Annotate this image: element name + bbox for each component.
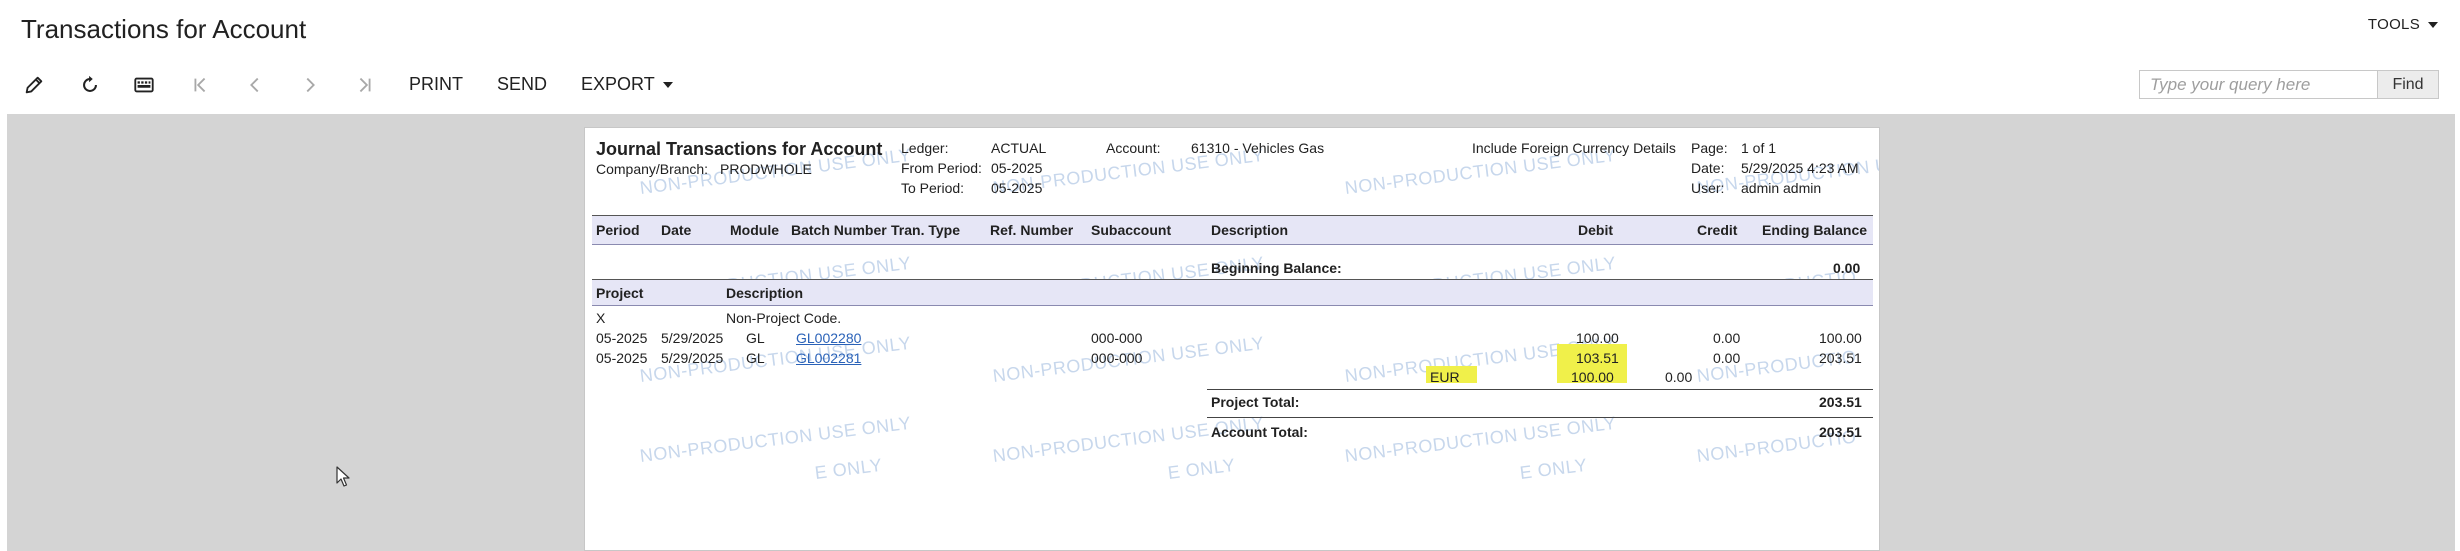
- divider: [1207, 417, 1873, 418]
- search-input[interactable]: [2139, 70, 2377, 99]
- chevron-down-icon: [662, 82, 673, 89]
- last-page-icon: [359, 77, 371, 93]
- refresh-button[interactable]: [76, 71, 104, 99]
- from-period-label: From Period:: [901, 160, 982, 176]
- report-page: NON-PRODUCTION USE ONLY NON-PRODUCTION U…: [584, 127, 1880, 551]
- project-total-value: 203.51: [1819, 394, 1862, 410]
- first-record-button[interactable]: [186, 71, 214, 99]
- row1-period: 05-2025: [596, 330, 648, 346]
- chevron-right-icon: [306, 77, 315, 93]
- to-period-label: To Period:: [901, 180, 965, 196]
- account-total-label: Account Total:: [1211, 424, 1308, 440]
- divider: [592, 244, 1873, 245]
- currency-credit: 0.00: [1665, 369, 1693, 385]
- previous-record-button[interactable]: [241, 71, 269, 99]
- company-label: Company/Branch:: [596, 161, 709, 177]
- project-header: Project: [596, 285, 644, 301]
- watermark: NON-PRODUCTION USE ONLY: [1343, 412, 1618, 466]
- keyboard-button[interactable]: [130, 71, 158, 99]
- watermark: NON-PRODUCTION USE ONLY: [638, 412, 913, 466]
- column-header-batch: Batch Number: [791, 222, 887, 238]
- column-header-module: Module: [730, 222, 779, 238]
- row1-debit: 100.00: [1576, 330, 1619, 346]
- first-page-icon: [194, 77, 206, 93]
- beginning-balance-value: 0.00: [1833, 260, 1861, 276]
- row2-ending-balance: 203.51: [1819, 350, 1862, 366]
- column-header-date: Date: [661, 222, 692, 238]
- project-code: X: [596, 310, 606, 326]
- row1-date: 5/29/2025: [661, 330, 724, 346]
- project-total-label: Project Total:: [1211, 394, 1300, 410]
- row2-subaccount: 000-000: [1091, 350, 1143, 366]
- ledger-label: Ledger:: [901, 140, 949, 156]
- divider: [1207, 389, 1873, 390]
- row2-period: 05-2025: [596, 350, 648, 366]
- column-header-debit: Debit: [1578, 222, 1613, 238]
- keyboard-icon: [134, 77, 154, 93]
- beginning-balance-label: Beginning Balance:: [1211, 260, 1342, 276]
- column-header-credit: Credit: [1697, 222, 1738, 238]
- page-label: Page:: [1691, 140, 1728, 156]
- row1-subaccount: 000-000: [1091, 330, 1143, 346]
- export-button[interactable]: EXPORT: [581, 74, 673, 95]
- date-value: 5/29/2025 4:23 AM: [1741, 160, 1859, 176]
- column-header-description: Description: [1211, 222, 1289, 238]
- tools-label: TOOLS: [2367, 16, 2420, 33]
- column-header-period: Period: [596, 222, 640, 238]
- from-period-value: 05-2025: [991, 160, 1043, 176]
- batch-number-link[interactable]: GL002281: [796, 350, 861, 366]
- to-period-value: 05-2025: [991, 180, 1043, 196]
- project-description-header: Description: [726, 285, 804, 301]
- row1-ending-balance: 100.00: [1819, 330, 1862, 346]
- account-total-value: 203.51: [1819, 424, 1862, 440]
- chevron-left-icon: [250, 77, 259, 93]
- date-label: Date:: [1691, 160, 1725, 176]
- column-header-subaccount: Subaccount: [1091, 222, 1172, 238]
- row2-debit: 103.51: [1576, 350, 1619, 366]
- column-header-ending-balance: Ending Balance: [1762, 222, 1868, 238]
- batch-number-link[interactable]: GL002280: [796, 330, 861, 346]
- next-record-button[interactable]: [296, 71, 324, 99]
- divider: [592, 305, 1873, 306]
- account-label: Account:: [1106, 140, 1161, 156]
- user-label: User:: [1691, 180, 1725, 196]
- row2-module: GL: [746, 350, 765, 366]
- column-header-ref-number: Ref. Number: [990, 222, 1074, 238]
- ledger-value: ACTUAL: [991, 140, 1047, 156]
- send-button[interactable]: SEND: [497, 74, 547, 95]
- title-bar: Transactions for Account TOOLS: [0, 0, 2460, 60]
- watermark: E ONLY: [1166, 454, 1237, 483]
- page-title: Transactions for Account: [21, 14, 307, 44]
- watermark: E ONLY: [813, 454, 884, 483]
- report-title: Journal Transactions for Account: [596, 139, 883, 159]
- account-value: 61310 - Vehicles Gas: [1191, 140, 1325, 156]
- currency-debit: 100.00: [1571, 369, 1614, 385]
- row1-credit: 0.00: [1713, 330, 1741, 346]
- project-description: Non-Project Code.: [726, 310, 842, 326]
- print-button[interactable]: PRINT: [409, 74, 463, 95]
- find-button[interactable]: Find: [2377, 70, 2439, 99]
- row1-module: GL: [746, 330, 765, 346]
- foreign-currency-label: Include Foreign Currency Details: [1472, 140, 1676, 156]
- row2-date: 5/29/2025: [661, 350, 724, 366]
- user-value: admin admin: [1741, 180, 1822, 196]
- column-header-tran-type: Tran. Type: [891, 222, 960, 238]
- currency-code: EUR: [1430, 369, 1460, 385]
- chevron-down-icon: [2428, 22, 2438, 29]
- export-label: EXPORT: [581, 74, 655, 94]
- edit-button[interactable]: [20, 71, 48, 99]
- row2-credit: 0.00: [1713, 350, 1741, 366]
- last-record-button[interactable]: [351, 71, 379, 99]
- page-value: 1 of 1: [1741, 140, 1777, 156]
- company-value: PRODWHOLE: [720, 161, 812, 177]
- refresh-icon: [83, 75, 97, 92]
- mouse-cursor-icon: [336, 466, 350, 487]
- tools-menu-button[interactable]: TOOLS: [2368, 16, 2438, 33]
- pencil-icon: [25, 76, 43, 94]
- watermark: E ONLY: [1518, 454, 1589, 483]
